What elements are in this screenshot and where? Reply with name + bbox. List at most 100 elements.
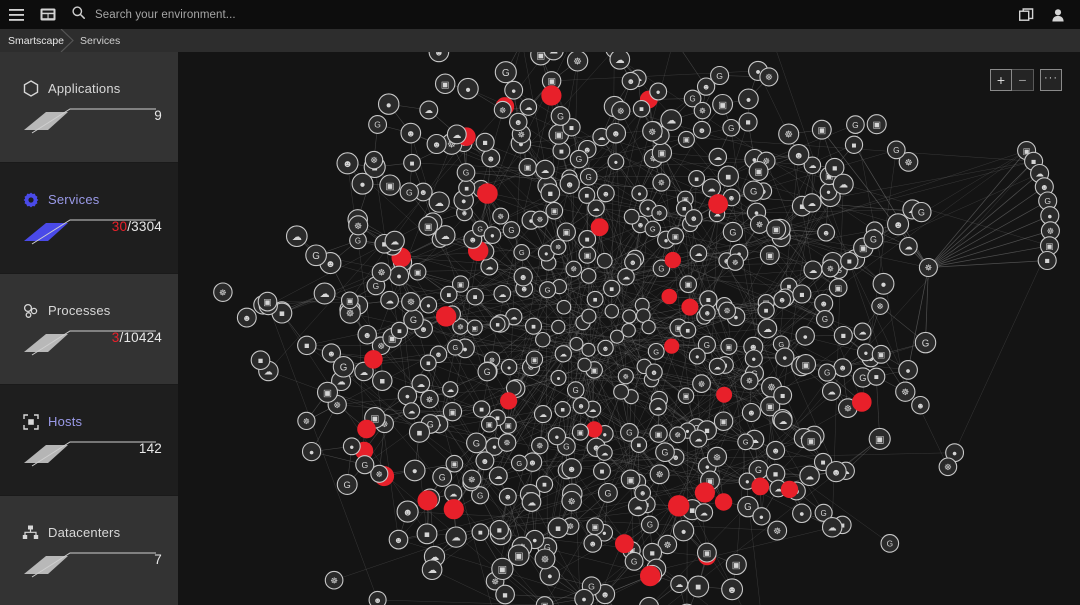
- graph-node[interactable]: ▣: [578, 246, 597, 264]
- graph-node[interactable]: G: [815, 310, 834, 328]
- graph-node[interactable]: [556, 299, 572, 315]
- graph-node[interactable]: ●: [898, 360, 918, 380]
- graph-node[interactable]: G: [863, 229, 884, 250]
- graph-node[interactable]: [535, 331, 551, 348]
- graph-node[interactable]: ☻: [336, 152, 359, 175]
- graph-node[interactable]: ■: [792, 284, 812, 304]
- graph-node[interactable]: ▣: [866, 114, 887, 135]
- graph-node[interactable]: ☁: [442, 381, 459, 398]
- graph-node[interactable]: ☻: [814, 293, 834, 313]
- graph-node[interactable]: ☁: [821, 381, 842, 401]
- graph-node[interactable]: ☸: [297, 411, 316, 431]
- graph-node[interactable]: ▣: [677, 130, 695, 148]
- graph-node[interactable]: ☁: [596, 444, 613, 461]
- graph-node[interactable]: [622, 309, 637, 324]
- graph-node[interactable]: ●: [672, 520, 695, 542]
- graph-node[interactable]: ▣: [434, 73, 456, 95]
- graph-node[interactable]: ■: [867, 367, 886, 386]
- graph-node[interactable]: ☁: [617, 268, 635, 286]
- graph-node[interactable]: ●: [752, 507, 771, 526]
- graph-node[interactable]: ☻: [634, 484, 652, 502]
- graph-node[interactable]: ☻: [396, 500, 419, 523]
- sidebar-item-applications[interactable]: Applications 9: [0, 52, 178, 163]
- graph-node[interactable]: ▣: [811, 119, 832, 140]
- graph-node[interactable]: ☻: [741, 402, 761, 423]
- graph-node[interactable]: ☸: [617, 368, 634, 385]
- graph-node[interactable]: ☁: [694, 503, 714, 522]
- graph-node[interactable]: ☸: [693, 101, 712, 120]
- graph-node[interactable]: ●: [483, 226, 502, 244]
- graph-node[interactable]: ▣: [545, 201, 564, 220]
- graph-node[interactable]: ☁: [384, 230, 405, 252]
- graph-node[interactable]: ▣: [442, 402, 463, 422]
- graph-node[interactable]: ■: [471, 523, 490, 542]
- graph-node[interactable]: [596, 252, 613, 269]
- graph-node[interactable]: ☁: [533, 405, 553, 424]
- graph-node[interactable]: ▣: [666, 227, 685, 245]
- graph-node[interactable]: ▣: [725, 553, 747, 576]
- graph-node[interactable]: ▣: [571, 423, 589, 441]
- graph-node[interactable]: ☸: [462, 469, 482, 489]
- graph-node[interactable]: ■: [535, 475, 554, 493]
- graph-node[interactable]: ☁: [660, 109, 683, 131]
- graph-node[interactable]: ■: [419, 354, 437, 372]
- graph-node[interactable]: ☁: [493, 284, 512, 303]
- graph-node[interactable]: [581, 342, 596, 357]
- graph-node[interactable]: [641, 319, 656, 335]
- graph-node[interactable]: G: [432, 467, 453, 487]
- graph-node[interactable]: G: [355, 455, 375, 475]
- graph-node[interactable]: G: [886, 140, 906, 160]
- graph-node[interactable]: ▣: [491, 557, 514, 581]
- graph-node[interactable]: G: [513, 244, 531, 261]
- graph-node[interactable]: ☻: [911, 395, 930, 415]
- graph-node[interactable]: ■: [738, 112, 758, 132]
- graph-node[interactable]: ■: [840, 251, 859, 271]
- graph-node[interactable]: ▣: [871, 344, 891, 364]
- graph-node[interactable]: [615, 534, 634, 554]
- graph-node[interactable]: ▣: [379, 174, 401, 196]
- graph-node[interactable]: ☁: [419, 100, 439, 120]
- graph-node[interactable]: G: [550, 106, 571, 126]
- graph-node[interactable]: ☁: [670, 575, 689, 594]
- graph-node[interactable]: ▣: [696, 542, 717, 563]
- graph-node[interactable]: G: [502, 221, 521, 239]
- graph-node[interactable]: ■: [489, 520, 509, 540]
- graph-node[interactable]: ■: [408, 421, 431, 443]
- graph-node[interactable]: G: [332, 356, 355, 378]
- graph-node[interactable]: ■: [250, 350, 271, 371]
- graph-node[interactable]: ●: [504, 80, 524, 100]
- graph-node[interactable]: ☁: [773, 411, 793, 431]
- graph-node[interactable]: ▣: [556, 222, 576, 242]
- graph-node[interactable]: ☻: [388, 529, 409, 550]
- graph-node[interactable]: ■: [297, 335, 317, 356]
- graph-node[interactable]: [551, 319, 566, 335]
- graph-node[interactable]: ☸: [726, 253, 744, 271]
- copy-windows-icon[interactable]: [1010, 0, 1042, 29]
- graph-node[interactable]: ☁: [708, 357, 727, 376]
- graph-node[interactable]: [664, 251, 681, 269]
- breadcrumb-smartscape[interactable]: Smartscape: [8, 29, 64, 52]
- graph-node[interactable]: ☁: [519, 98, 538, 116]
- graph-node[interactable]: ●: [649, 82, 668, 101]
- graph-node[interactable]: ▣: [480, 415, 498, 433]
- graph-node[interactable]: ☁: [535, 159, 555, 180]
- graph-node[interactable]: [668, 495, 690, 517]
- graph-node[interactable]: ■: [717, 165, 739, 187]
- graph-node[interactable]: [681, 298, 699, 316]
- graph-node[interactable]: ■: [458, 179, 476, 197]
- graph-node[interactable]: G: [494, 61, 517, 84]
- graph-node[interactable]: ▣: [257, 291, 278, 312]
- graph-node[interactable]: ☁: [853, 322, 872, 341]
- search-bar[interactable]: [64, 0, 1010, 29]
- graph-node[interactable]: ▣: [795, 354, 817, 375]
- graph-node[interactable]: ☸: [534, 548, 556, 570]
- search-input[interactable]: [95, 8, 515, 21]
- graph-node[interactable]: [577, 357, 592, 372]
- graph-node[interactable]: ☁: [521, 492, 542, 512]
- graph-node[interactable]: ●: [389, 265, 410, 286]
- graph-node[interactable]: ▣: [466, 319, 483, 336]
- graph-node[interactable]: G: [655, 442, 675, 463]
- graph-node[interactable]: ■: [547, 517, 569, 539]
- graph-node[interactable]: ☁: [446, 124, 467, 145]
- zoom-in-button[interactable]: +: [990, 69, 1012, 91]
